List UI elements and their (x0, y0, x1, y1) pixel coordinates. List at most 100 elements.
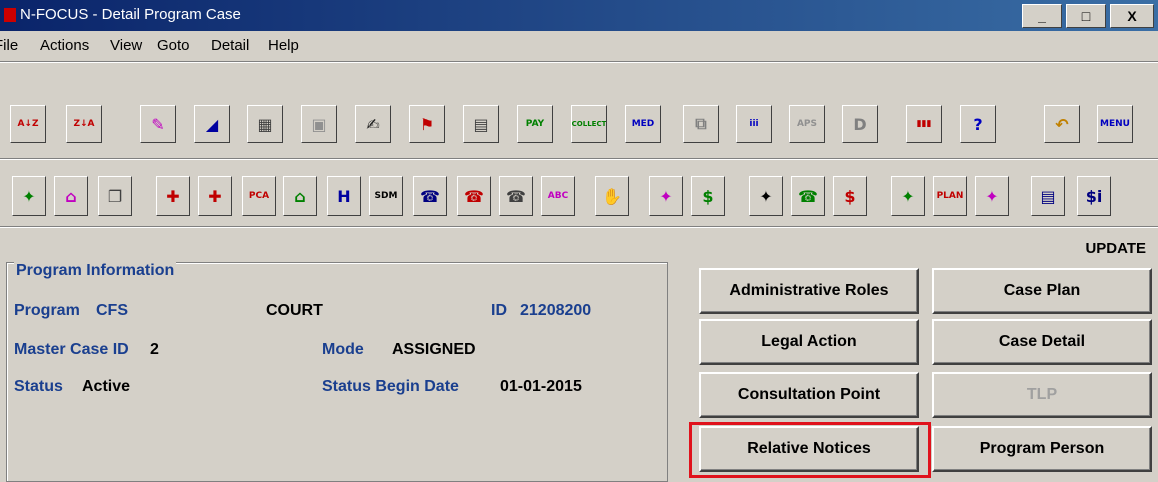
hospital-toolbar-button[interactable]: H (327, 176, 361, 216)
menu-bar: File Actions View Goto Detail Help (0, 31, 1158, 61)
person-pay-toolbar-button[interactable]: ✦ (649, 176, 683, 216)
phone-blue-toolbar-button[interactable]: ☎ (413, 176, 447, 216)
people-group-toolbar-button[interactable]: iii (736, 105, 772, 143)
collect-toolbar-button[interactable]: COLLECT (571, 105, 607, 143)
menu-toolbar-button[interactable]: MENU (1097, 105, 1133, 143)
calendar-icon: ▦ (257, 114, 273, 134)
toolbar-primary: A↓Z Z↓A ✎ ◢ ▦ ▣ ✍ ⚑ ▤ PAY COLLECT MED ⧉ iii APS D ▮▮▮? ↶ M… (0, 105, 1158, 149)
status-value: Active (82, 378, 131, 395)
sort-za-icon: Z↓A (73, 119, 95, 129)
report-icon: ▤ (1040, 186, 1056, 206)
program-information-group (6, 262, 668, 482)
id-label: ID (491, 302, 507, 319)
person-edit-icon: ✎ (151, 114, 165, 134)
phone-green-toolbar-button[interactable]: ☎ (791, 176, 825, 216)
phone-blue-icon: ☎ (420, 186, 440, 206)
id-value: 21208200 (520, 302, 592, 319)
help-icon: ? (973, 114, 983, 134)
mode-value: ASSIGNED (392, 341, 476, 358)
legal-action-button[interactable]: Legal Action (699, 319, 919, 365)
maximize-button[interactable]: □ (1066, 4, 1106, 28)
plan-folder-toolbar-button[interactable]: PLAN (933, 176, 967, 216)
phone-green-icon: ☎ (798, 186, 818, 206)
document-disabled-toolbar-button[interactable]: ▣ (301, 105, 337, 143)
menu-detail[interactable]: Detail (211, 37, 249, 54)
family-toolbar-button[interactable]: ✦ (749, 176, 783, 216)
subsidy-dollar-toolbar-button[interactable]: $ (833, 176, 867, 216)
copy-disabled-toolbar-button[interactable]: ⧉ (683, 105, 719, 143)
copy-disabled-icon: ⧉ (695, 114, 707, 133)
info-dollar-toolbar-button[interactable]: $i (1077, 176, 1111, 216)
document-stack-icon: ▤ (473, 114, 489, 134)
flag-toolbar-button[interactable]: ⚑ (409, 105, 445, 143)
notepad-edit-toolbar-button[interactable]: ✍ (355, 105, 391, 143)
status-begin-date-label: Status Begin Date (322, 378, 459, 395)
status-label: Status (14, 378, 63, 395)
sort-za-toolbar-button[interactable]: Z↓A (66, 105, 102, 143)
eraser-toolbar-button[interactable]: ◢ (194, 105, 230, 143)
bar-chart-toolbar-button[interactable]: ▮▮▮ (906, 105, 942, 143)
household-toolbar-button[interactable]: ⌂ (54, 176, 88, 216)
report-toolbar-button[interactable]: ▤ (1031, 176, 1065, 216)
app-icon (4, 8, 16, 22)
program-value: CFS (96, 302, 128, 319)
medical-check-toolbar-button[interactable]: ✚ (156, 176, 190, 216)
menu-goto[interactable]: Goto (157, 37, 190, 54)
sdm-icon: SDM (374, 191, 398, 201)
handshake-toolbar-button[interactable]: ✋ (595, 176, 629, 216)
person-form-icon: ✦ (901, 186, 915, 206)
consultation-point-button[interactable]: Consultation Point (699, 372, 919, 418)
case-plan-button[interactable]: Case Plan (932, 268, 1152, 314)
menu-actions[interactable]: Actions (40, 37, 89, 54)
pca-toolbar-button[interactable]: PCA (242, 176, 276, 216)
document-stack-toolbar-button[interactable]: ▤ (463, 105, 499, 143)
toolbar-separator (0, 158, 1158, 160)
window-title: N-FOCUS - Detail Program Case (20, 6, 241, 23)
eraser-icon: ◢ (205, 114, 219, 134)
program-person-button[interactable]: Program Person (932, 426, 1152, 472)
mode-label: Mode (322, 341, 364, 358)
toolbar-bottom-separator (0, 226, 1158, 228)
toolbar-secondary: ✦ ⌂ ❐ ✚ ✚ PCA ⌂ H SDM ☎ ☎ ☎ ABC ✋ ✦ $ ✦ ☎ $ ✦ PLAN ✦ ▤ $i (0, 176, 1158, 218)
minimize-button[interactable]: _ (1022, 4, 1062, 28)
close-button[interactable]: X (1110, 4, 1154, 28)
family-icon: ✦ (759, 186, 773, 206)
copy-docs-toolbar-button[interactable]: ❐ (98, 176, 132, 216)
title-bar: N-FOCUS - Detail Program Case _ □ X (0, 0, 1158, 31)
person-edit-toolbar-button[interactable]: ✎ (140, 105, 176, 143)
sdm-toolbar-button[interactable]: SDM (369, 176, 403, 216)
menu-file[interactable]: File (0, 37, 18, 54)
sort-az-toolbar-button[interactable]: A↓Z (10, 105, 46, 143)
phone-red-toolbar-button[interactable]: ☎ (457, 176, 491, 216)
people-pair-toolbar-button[interactable]: ✦ (975, 176, 1009, 216)
menu-separator (0, 61, 1158, 63)
detail-disabled-toolbar-button[interactable]: D (842, 105, 878, 143)
medical-list-toolbar-button[interactable]: ✚ (198, 176, 232, 216)
medical-toolbar-button[interactable]: MED (625, 105, 661, 143)
person-pay-icon: ✦ (659, 186, 673, 206)
abc-house-toolbar-button[interactable]: ABC (541, 176, 575, 216)
phone-calendar-toolbar-button[interactable]: ☎ (499, 176, 533, 216)
pay-icon: PAY (525, 119, 545, 129)
aps-disabled-toolbar-button[interactable]: APS (789, 105, 825, 143)
pay-dollar-icon: $ (702, 186, 714, 206)
pay-toolbar-button[interactable]: PAY (517, 105, 553, 143)
home-building-icon: ⌂ (294, 186, 306, 206)
menu-view[interactable]: View (110, 37, 142, 54)
child-home-toolbar-button[interactable]: ✦ (12, 176, 46, 216)
medical-list-icon: ✚ (208, 186, 222, 206)
pay-dollar-toolbar-button[interactable]: $ (691, 176, 725, 216)
menu-help[interactable]: Help (268, 37, 299, 54)
tlp-button[interactable]: TLP (932, 372, 1152, 418)
collect-icon: COLLECT (571, 120, 607, 128)
folder-back-toolbar-button[interactable]: ↶ (1044, 105, 1080, 143)
calendar-toolbar-button[interactable]: ▦ (247, 105, 283, 143)
case-detail-button[interactable]: Case Detail (932, 319, 1152, 365)
help-toolbar-button[interactable]: ? (960, 105, 996, 143)
master-case-id-label: Master Case ID (14, 341, 129, 358)
plan-folder-icon: PLAN (936, 191, 964, 201)
person-form-toolbar-button[interactable]: ✦ (891, 176, 925, 216)
administrative-roles-button[interactable]: Administrative Roles (699, 268, 919, 314)
home-building-toolbar-button[interactable]: ⌂ (283, 176, 317, 216)
abc-house-icon: ABC (547, 191, 569, 201)
